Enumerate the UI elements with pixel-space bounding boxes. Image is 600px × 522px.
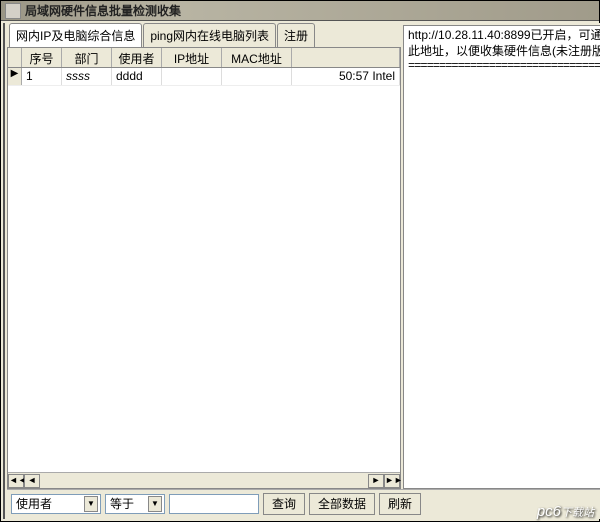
cell-mac[interactable] bbox=[222, 68, 292, 85]
alldata-button[interactable]: 全部数据 bbox=[309, 493, 375, 515]
col-ext[interactable] bbox=[292, 48, 400, 67]
scroll-left-icon[interactable]: ◄◄ bbox=[8, 474, 24, 488]
log-box[interactable]: http://10.28.11.40:8899已开启，可通知员工用IE访问此地址… bbox=[403, 25, 600, 489]
cell-ext[interactable]: 50:57 Intel bbox=[292, 68, 400, 85]
scroll-left-step-icon[interactable]: ◄ bbox=[24, 474, 40, 488]
horizontal-scrollbar[interactable]: ◄◄ ◄ ► ►► bbox=[8, 472, 400, 488]
table-row[interactable]: ▶ 1 ssss dddd 50:57 Intel bbox=[8, 68, 400, 86]
cell-dept[interactable]: ssss bbox=[62, 68, 112, 85]
tab-register[interactable]: 注册 bbox=[277, 23, 315, 47]
operator-combo-value: 等于 bbox=[110, 495, 134, 512]
tab-ip-info[interactable]: 网内IP及电脑综合信息 bbox=[9, 23, 142, 47]
grid-header: 序号 部门 使用者 IP地址 MAC地址 bbox=[8, 48, 400, 68]
search-value-input[interactable] bbox=[169, 494, 259, 514]
col-seq[interactable]: 序号 bbox=[22, 48, 62, 67]
tab-ping-list[interactable]: ping网内在线电脑列表 bbox=[143, 23, 276, 47]
content-area: 网内IP及电脑综合信息 ping网内在线电脑列表 注册 序号 部门 使用者 IP… bbox=[5, 23, 600, 519]
right-panel: http://10.28.11.40:8899已开启，可通知员工用IE访问此地址… bbox=[403, 25, 600, 489]
col-user[interactable]: 使用者 bbox=[112, 48, 162, 67]
scroll-right-icon[interactable]: ►► bbox=[384, 474, 400, 488]
log-separator: ========================================… bbox=[408, 59, 600, 73]
cell-user[interactable]: dddd bbox=[112, 68, 162, 85]
field-combo-value: 使用者 bbox=[16, 495, 52, 512]
field-combo[interactable]: 使用者 ▼ bbox=[11, 494, 101, 514]
refresh-button[interactable]: 刷新 bbox=[379, 493, 421, 515]
bottom-toolbar: 使用者 ▼ 等于 ▼ 查询 全部数据 刷新 bbox=[7, 489, 600, 517]
main-window: 局域网硬件信息批量检测收集 网内IP及电脑综合信息 ping网内在线电脑列表 注… bbox=[0, 0, 600, 522]
cell-seq[interactable]: 1 bbox=[22, 68, 62, 85]
query-button[interactable]: 查询 bbox=[263, 493, 305, 515]
operator-combo[interactable]: 等于 ▼ bbox=[105, 494, 165, 514]
col-ip[interactable]: IP地址 bbox=[162, 48, 222, 67]
scroll-right-step-icon[interactable]: ► bbox=[368, 474, 384, 488]
col-indicator bbox=[8, 48, 22, 67]
main-split: 网内IP及电脑综合信息 ping网内在线电脑列表 注册 序号 部门 使用者 IP… bbox=[7, 25, 600, 489]
grid-body[interactable]: ▶ 1 ssss dddd 50:57 Intel bbox=[8, 68, 400, 472]
cell-ip[interactable] bbox=[162, 68, 222, 85]
col-mac[interactable]: MAC地址 bbox=[222, 48, 292, 67]
left-panel: 网内IP及电脑综合信息 ping网内在线电脑列表 注册 序号 部门 使用者 IP… bbox=[7, 25, 401, 489]
chevron-down-icon[interactable]: ▼ bbox=[148, 496, 162, 512]
window-title: 局域网硬件信息批量检测收集 bbox=[25, 2, 181, 19]
outer-frame: 网内IP及电脑综合信息 ping网内在线电脑列表 注册 序号 部门 使用者 IP… bbox=[1, 21, 599, 521]
col-dept[interactable]: 部门 bbox=[62, 48, 112, 67]
app-icon bbox=[5, 3, 21, 19]
title-bar[interactable]: 局域网硬件信息批量检测收集 bbox=[1, 1, 599, 21]
data-grid[interactable]: 序号 部门 使用者 IP地址 MAC地址 ▶ 1 ssss bbox=[7, 47, 401, 489]
tabs-row: 网内IP及电脑综合信息 ping网内在线电脑列表 注册 bbox=[7, 25, 401, 47]
chevron-down-icon[interactable]: ▼ bbox=[84, 496, 98, 512]
row-indicator-icon: ▶ bbox=[8, 68, 22, 85]
log-line: http://10.28.11.40:8899已开启，可通知员工用IE访问此地址… bbox=[408, 28, 600, 59]
